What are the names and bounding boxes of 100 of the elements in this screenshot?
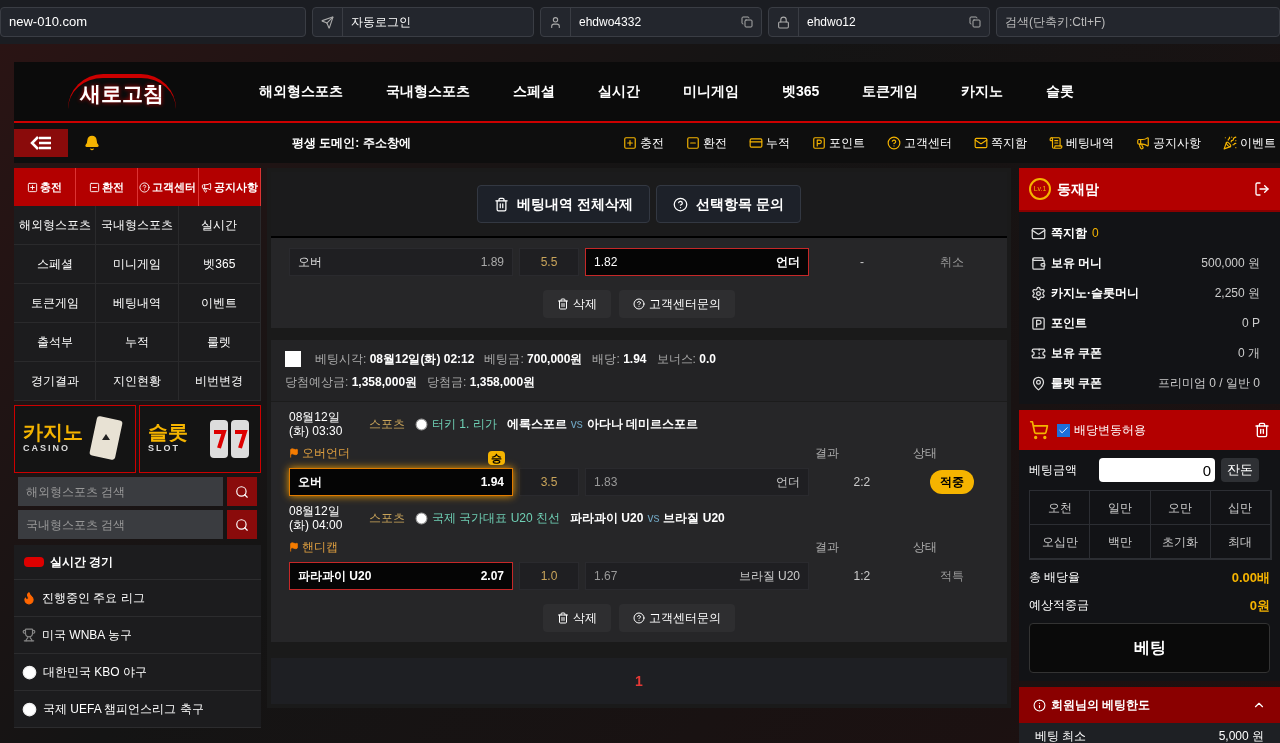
bet-info: 배당: 1.94 [592, 351, 647, 368]
nav-link[interactable]: 실시간 [598, 81, 640, 102]
nav-link[interactable]: 토큰게임 [862, 81, 919, 102]
nav-link[interactable]: 국내형스포츠 [386, 81, 470, 102]
user-icon [549, 15, 562, 29]
game-banner[interactable]: 카지노 CASINO [14, 405, 136, 473]
league-item[interactable]: 국제 UEFA 챔피언스리그 축구 [14, 691, 261, 728]
search-field[interactable]: 국내형스포츠 검색 [18, 510, 223, 539]
amount-field[interactable]: 0 [1099, 458, 1215, 482]
quick-link[interactable]: 환전 [686, 134, 727, 152]
amount-chip-button[interactable]: 최대 [1210, 525, 1271, 559]
plus-icon [623, 136, 637, 150]
game-banner[interactable]: 슬롯 SLOT [139, 405, 261, 473]
action-button[interactable]: 베팅내역 전체삭제 [477, 185, 650, 223]
quick-link[interactable]: 이벤트 [1223, 134, 1276, 152]
trash-icon[interactable] [1254, 422, 1270, 438]
menu-item[interactable]: 국내형스포츠 [96, 206, 179, 245]
league-item[interactable]: 진행중인 주요 리그 [14, 580, 261, 617]
column-header: 결과 [814, 445, 840, 462]
quick-link[interactable]: 공지사항 [1136, 134, 1201, 152]
amount-chip-button[interactable]: 일만 [1090, 491, 1151, 525]
menu-item[interactable]: 토큰게임 [14, 284, 97, 323]
menu-item[interactable]: 해외형스포츠 [14, 206, 97, 245]
search-button[interactable] [227, 510, 257, 539]
menu-item[interactable]: 출석부 [14, 323, 97, 362]
league-name: 국제 국가대표 U20 친선 [432, 510, 560, 527]
menu-item[interactable]: 스페셜 [14, 245, 97, 284]
amount-chip-button[interactable]: 오천 [1030, 491, 1091, 525]
quick-link[interactable]: 충전 [623, 134, 664, 152]
odds-value: 2.07 [480, 568, 504, 585]
menu-item[interactable]: 비번변경 [178, 362, 261, 401]
action-button[interactable]: 선택항목 문의 [656, 185, 801, 223]
nav-link[interactable]: 스페셜 [513, 81, 555, 102]
amount-chip-button[interactable]: 십만 [1210, 491, 1271, 525]
send-icon [321, 15, 334, 29]
login-field[interactable]: ehdwo12 [768, 7, 990, 37]
help-icon [633, 298, 645, 310]
stat-value: 0 [1092, 225, 1099, 242]
amount-chip-button[interactable]: 백만 [1090, 525, 1151, 559]
menu-item[interactable]: 누적 [96, 323, 179, 362]
menu-item[interactable]: 이벤트 [178, 284, 261, 323]
menu-item[interactable]: 미니게임 [96, 245, 179, 284]
page-button[interactable]: 1 [627, 670, 651, 692]
logout-icon[interactable] [1254, 181, 1270, 197]
odds-option[interactable]: 1.83 언더 [585, 468, 809, 496]
change-button[interactable]: 잔돈 [1221, 458, 1259, 482]
quick-link[interactable]: 누적 [749, 134, 790, 152]
nav-link[interactable]: 벳365 [782, 81, 820, 102]
league-item[interactable]: 대한민국 KBO 야구 [14, 654, 261, 691]
odds-option[interactable]: 오버 1.94 [289, 468, 513, 496]
copy-icon[interactable] [969, 16, 981, 28]
menu-item[interactable]: 벳365 [178, 245, 261, 284]
league-label: 진행중인 주요 리그 [42, 590, 145, 607]
plus-icon [26, 181, 38, 193]
odds-option[interactable]: 오버 1.89 [289, 248, 513, 276]
limits-header[interactable]: 회원님의 베팅한도 [1019, 687, 1280, 723]
login-field[interactable]: 자동로그인 [312, 7, 534, 37]
search-field[interactable]: 검색(단축키:Ctl+F) [996, 7, 1280, 37]
ticket-icon [1031, 345, 1046, 361]
odds-option[interactable]: 1.67 브라질 U20 [585, 562, 809, 590]
amount-chip-button[interactable]: 오십만 [1030, 525, 1091, 559]
odds-option[interactable]: 파라과이 U20 2.07 [289, 562, 513, 590]
nav-link[interactable]: 카지노 [961, 81, 1004, 102]
league-item[interactable]: 미국 WNBA 농구 [14, 617, 261, 654]
flag-icon [289, 542, 299, 552]
card-action-button[interactable]: 고객센터문의 [619, 604, 735, 632]
select-checkbox[interactable] [285, 351, 301, 367]
search-field[interactable]: 해외형스포츠 검색 [18, 477, 223, 506]
nav-link[interactable]: 미니게임 [683, 81, 739, 102]
search-button[interactable] [227, 477, 257, 506]
stat-label: 보유 쿠폰 [1051, 345, 1103, 362]
menu-item[interactable]: 지인현황 [96, 362, 179, 401]
quick-link[interactable]: 포인트 [812, 134, 865, 152]
limit-value: 5,000 원 [1218, 728, 1264, 743]
home-team: 파라과이 U20 [570, 510, 644, 527]
nav-link[interactable]: 슬롯 [1046, 81, 1075, 102]
odds-option[interactable]: 1.82 언더 [585, 248, 809, 276]
menu-item[interactable]: 경기결과 [14, 362, 97, 401]
login-field[interactable]: ehdwo4332 [540, 7, 762, 37]
quick-link[interactable]: 쪽지함 [974, 134, 1027, 152]
stat-label: 쪽지함 [1051, 225, 1087, 242]
quick-link[interactable]: 고객센터 [887, 134, 952, 152]
help-icon [633, 612, 645, 624]
amount-chip-button[interactable]: 초기화 [1150, 525, 1211, 559]
odds-change-checkbox[interactable] [1057, 423, 1070, 437]
card-action-button[interactable]: 고객센터문의 [619, 290, 735, 318]
menu-item[interactable]: 룰렛 [178, 323, 261, 362]
nav-link[interactable]: 해외형스포츠 [259, 81, 343, 102]
menu-item[interactable]: 베팅내역 [96, 284, 179, 323]
site-logo[interactable]: 새로고침 [67, 73, 176, 110]
card-action-button[interactable]: 삭제 [543, 604, 611, 632]
menu-toggle-button[interactable] [14, 129, 68, 157]
quick-link[interactable]: 베팅내역 [1049, 134, 1114, 152]
card-action-button[interactable]: 삭제 [543, 290, 611, 318]
bet-button[interactable]: 베팅 [1029, 623, 1270, 673]
bell-icon[interactable] [84, 135, 100, 151]
address-field[interactable]: new-010.com [0, 7, 306, 37]
menu-item[interactable]: 실시간 [178, 206, 261, 245]
amount-chip-button[interactable]: 오만 [1150, 491, 1211, 525]
copy-icon[interactable] [741, 16, 753, 28]
